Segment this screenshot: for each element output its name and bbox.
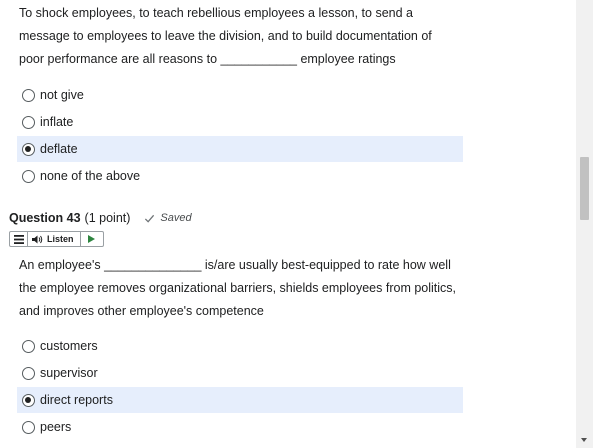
option-label: inflate [40, 115, 74, 129]
scroll-down-arrow-icon[interactable] [581, 438, 587, 442]
option-label: direct reports [40, 393, 113, 407]
radio-button[interactable] [22, 420, 35, 434]
listen-button[interactable]: Listen [28, 232, 81, 246]
option-label: none of the above [40, 169, 141, 183]
checkmark-icon [145, 214, 155, 223]
radio-button[interactable] [22, 169, 35, 183]
option-label: supervisor [40, 366, 98, 380]
speaker-icon [32, 235, 43, 243]
readspeaker-toolbar: Listen [9, 231, 104, 247]
q42-option-deflate[interactable]: deflate [17, 136, 463, 162]
scrollbar-thumb[interactable] [580, 157, 589, 220]
radio-button-checked[interactable] [22, 393, 35, 407]
saved-status: Saved [144, 212, 192, 224]
q43-option-supervisor[interactable]: supervisor [17, 360, 463, 386]
q43-option-customers[interactable]: customers [17, 333, 463, 359]
option-label: not give [40, 88, 84, 102]
question-points: (1 point) [84, 211, 131, 225]
play-icon [88, 235, 96, 243]
radio-button-checked[interactable] [22, 142, 35, 156]
vertical-scrollbar[interactable] [576, 0, 593, 448]
radio-button[interactable] [22, 339, 35, 353]
question-43-text: An employee's ______________ is/are usua… [19, 258, 457, 318]
q42-option-inflate[interactable]: inflate [17, 109, 463, 135]
menu-button[interactable] [10, 232, 28, 246]
q42-option-none[interactable]: none of the above [17, 163, 463, 189]
radio-button[interactable] [22, 88, 35, 102]
q42-option-not-give[interactable]: not give [17, 82, 463, 108]
question-title: Question 43 [9, 211, 81, 225]
option-label: deflate [40, 142, 78, 156]
hamburger-menu-icon [13, 234, 24, 244]
question-42-text: To shock employees, to teach rebellious … [19, 6, 432, 66]
q43-option-direct-reports[interactable]: direct reports [17, 387, 463, 413]
play-button[interactable] [81, 232, 103, 246]
quiz-content: To shock employees, to teach rebellious … [0, 0, 576, 448]
radio-button[interactable] [22, 366, 35, 380]
q43-option-peers[interactable]: peers [17, 414, 463, 440]
radio-button[interactable] [22, 115, 35, 129]
option-label: peers [40, 420, 72, 434]
option-label: customers [40, 339, 98, 353]
saved-label: Saved [160, 212, 192, 224]
listen-label: Listen [47, 234, 74, 244]
question-43-header: Question 43 (1 point) Saved [9, 210, 192, 226]
